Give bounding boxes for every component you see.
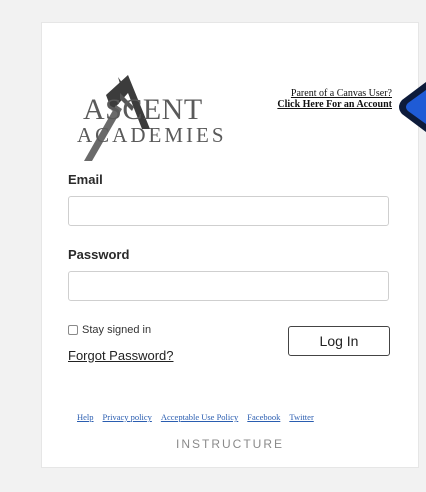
parent-link-line2[interactable]: Click Here For an Account (277, 99, 392, 110)
footer-link-help[interactable]: Help (77, 412, 94, 422)
parent-link-line1[interactable]: Parent of a Canvas User? (291, 88, 392, 99)
logo-text-ascent: ASCENT (83, 93, 203, 126)
stay-signed-in[interactable]: Stay signed in (68, 324, 151, 336)
footer-links: Help Privacy policy Acceptable Use Polic… (77, 412, 314, 422)
logo-text-academies: ACADEMIES (77, 123, 227, 147)
email-field[interactable] (68, 196, 389, 226)
footer-link-twitter[interactable]: Twitter (289, 412, 313, 422)
password-field[interactable] (68, 271, 389, 301)
footer-link-privacy-policy[interactable]: Privacy policy (103, 412, 152, 422)
footer-link-acceptable-use-policy[interactable]: Acceptable Use Policy (161, 412, 238, 422)
stay-signed-in-checkbox[interactable] (68, 325, 78, 335)
footer-link-facebook[interactable]: Facebook (247, 412, 280, 422)
stay-signed-in-label[interactable]: Stay signed in (82, 324, 151, 336)
forgot-password-link[interactable]: Forgot Password? (68, 348, 174, 363)
instructure-brand: INSTRUCTURE (176, 437, 284, 451)
email-label: Email (68, 172, 103, 187)
login-button[interactable]: Log In (288, 326, 390, 356)
password-label: Password (68, 247, 130, 262)
side-badge-icon[interactable] (392, 78, 426, 136)
parent-account-link[interactable]: Parent of a Canvas User? Click Here For … (277, 88, 392, 110)
login-card: ASCENT ACADEMIES Parent of a Canvas User… (41, 22, 419, 468)
